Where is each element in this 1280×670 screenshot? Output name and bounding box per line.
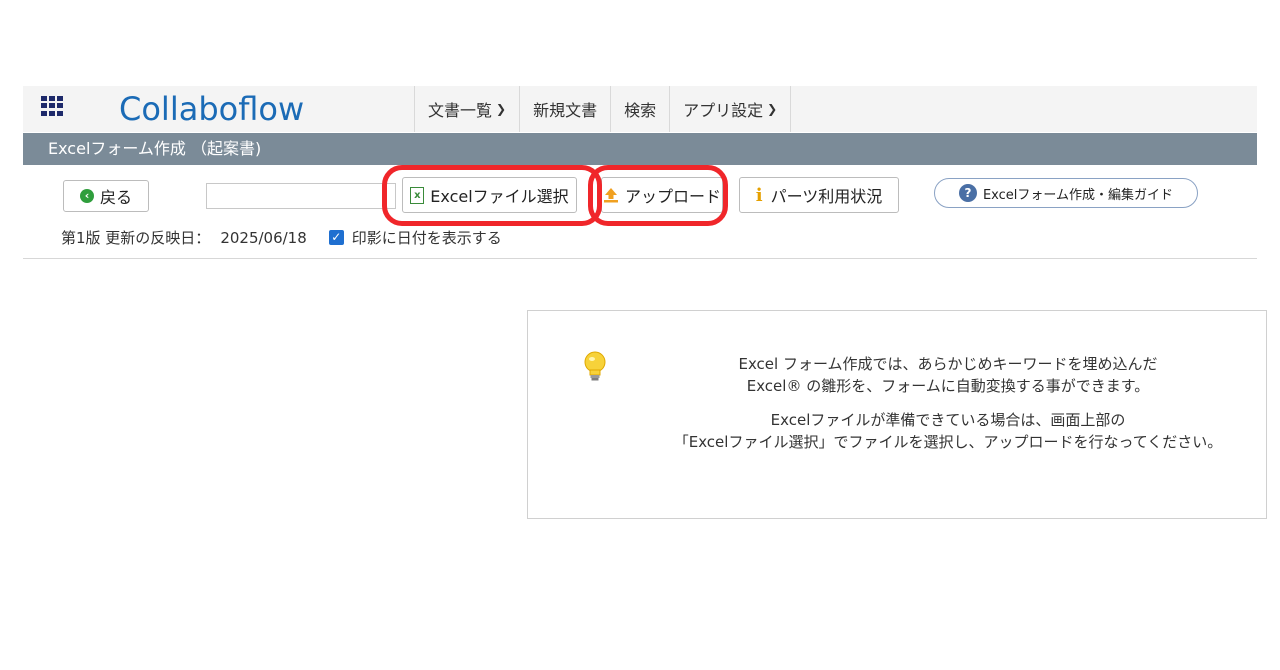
- nav-app-settings-label: アプリ設定: [683, 101, 764, 120]
- chevron-down-icon: ❯: [496, 102, 507, 116]
- help-icon: ?: [958, 184, 977, 202]
- nav-search[interactable]: 検索: [610, 86, 669, 132]
- back-button-label: 戻る: [99, 188, 132, 207]
- upload-icon: [603, 188, 618, 203]
- lightbulb-icon: [584, 351, 606, 381]
- parts-usage-label: パーツ利用状況: [770, 187, 883, 206]
- apps-grid-icon[interactable]: [41, 96, 63, 116]
- version-label: 第1版 更新の反映日：: [61, 229, 211, 247]
- text-input[interactable]: [206, 183, 396, 209]
- info-icon: i: [755, 184, 763, 206]
- excel-file-select-label: Excelファイル選択: [430, 187, 569, 206]
- chevron-down-icon: ❯: [767, 102, 778, 116]
- stamp-date-checkbox[interactable]: ✓: [328, 230, 344, 245]
- page-title-bar: Excelフォーム作成 （起案書): [23, 133, 1257, 165]
- info-line-4: 「Excelファイル選択」でファイルを選択し、アップロードを行なってください。: [673, 433, 1223, 451]
- upload-button[interactable]: アップロード: [601, 177, 723, 213]
- reflect-date: 2025/06/18: [220, 228, 307, 247]
- version-meta: 第1版 更新の反映日： 2025/06/18 ✓ 印影に日付を表示する: [61, 227, 502, 248]
- nav-app-settings[interactable]: アプリ設定 ❯: [669, 86, 792, 132]
- info-line-3: Excelファイルが準備できている場合は、画面上部の: [770, 411, 1126, 429]
- guide-button[interactable]: ? Excelフォーム作成・編集ガイド: [934, 178, 1198, 208]
- page-title: Excelフォーム作成 （起案書): [48, 139, 262, 158]
- nav-search-label: 検索: [624, 101, 657, 120]
- info-line-1: Excel フォーム作成では、あらかじめキーワードを埋め込んだ: [738, 355, 1158, 373]
- back-button[interactable]: ‹ 戻る: [63, 180, 149, 212]
- info-text: Excel フォーム作成では、あらかじめキーワードを埋め込んだ Excel® の…: [638, 353, 1258, 453]
- nav-new-document[interactable]: 新規文書: [519, 86, 610, 132]
- nav-new-document-label: 新規文書: [533, 101, 598, 120]
- back-arrow-icon: ‹: [79, 189, 94, 203]
- stamp-date-label[interactable]: 印影に日付を表示する: [352, 227, 502, 248]
- nav-documents-list-label: 文書一覧: [428, 101, 493, 120]
- guide-button-label: Excelフォーム作成・編集ガイド: [982, 187, 1174, 203]
- parts-usage-button[interactable]: i パーツ利用状況: [739, 177, 899, 213]
- app-logo[interactable]: Collaboflow: [119, 89, 304, 129]
- upload-button-label: アップロード: [624, 187, 721, 206]
- info-panel: Excel フォーム作成では、あらかじめキーワードを埋め込んだ Excel® の…: [527, 310, 1267, 519]
- main-nav: 文書一覧 ❯ 新規文書 検索 アプリ設定 ❯: [414, 86, 792, 132]
- info-line-2: Excel® の雛形を、フォームに自動変換する事ができます。: [746, 377, 1150, 395]
- nav-documents-list[interactable]: 文書一覧 ❯: [414, 86, 519, 132]
- excel-file-select-button[interactable]: x Excelファイル選択: [402, 177, 577, 213]
- toolbar: ‹ 戻る x Excelファイル選択 アップロード i パーツ利用状況 ? Ex…: [23, 165, 1257, 259]
- excel-file-icon: x: [410, 186, 425, 204]
- top-navbar: Collaboflow 文書一覧 ❯ 新規文書 検索 アプリ設定 ❯: [23, 86, 1257, 132]
